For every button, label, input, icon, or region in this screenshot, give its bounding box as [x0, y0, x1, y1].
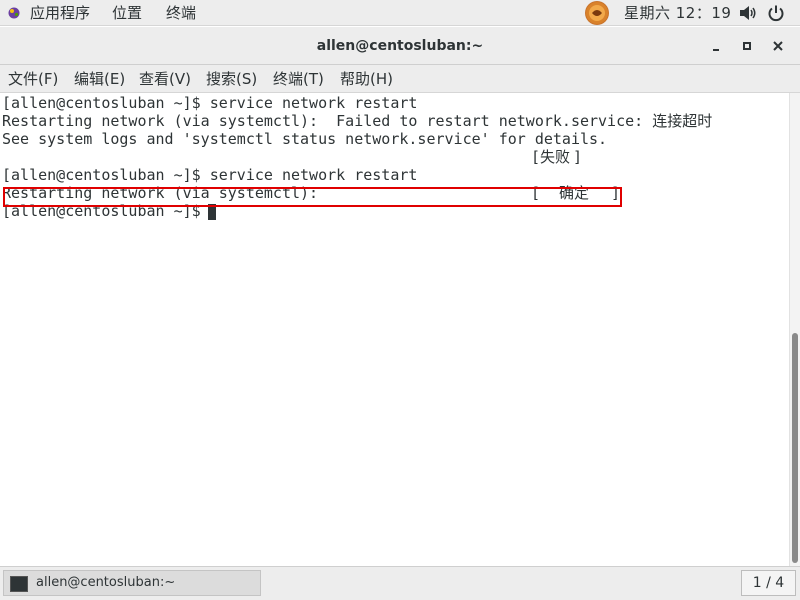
terminal-line-1: [allen@centosluban ~]$ service network r…	[2, 94, 418, 112]
taskbar-window-label: allen@centosluban:~	[36, 575, 176, 590]
power-icon[interactable]	[767, 4, 785, 22]
clock[interactable]: 星期六 12：19	[624, 0, 731, 26]
window-titlebar[interactable]: allen@centosluban:~	[0, 27, 800, 65]
maximize-button[interactable]	[737, 36, 757, 56]
window-title: allen@centosluban:~	[316, 38, 484, 54]
menu-file[interactable]: 文件(F)	[8, 65, 58, 93]
taskbar-window-button[interactable]: allen@centosluban:~	[3, 570, 261, 596]
menu-terminal[interactable]: 终端(T)	[273, 65, 324, 93]
top-panel: 应用程序 位置 终端 星期六 12：19	[0, 0, 800, 26]
tray-avatar-icon[interactable]	[585, 1, 609, 25]
terminal-app-menu[interactable]: 终端	[166, 0, 196, 26]
status-bracket-close: ]	[573, 148, 583, 166]
terminal-line-5: [allen@centosluban ~]$ service network r…	[2, 166, 418, 184]
menu-edit[interactable]: 编辑(E)	[74, 65, 125, 93]
terminal-output[interactable]: [allen@centosluban ~]$ service network r…	[0, 93, 789, 566]
terminal-line-2: Restarting network (via systemctl): Fail…	[2, 112, 713, 130]
places-menu[interactable]: 位置	[112, 0, 142, 26]
highlight-annotation-box	[3, 187, 622, 207]
menu-help[interactable]: 帮助(H)	[340, 65, 393, 93]
close-button[interactable]	[768, 36, 788, 56]
apps-icon[interactable]	[8, 7, 20, 19]
menubar: 文件(F) 编辑(E) 查看(V) 搜索(S) 终端(T) 帮助(H)	[0, 65, 800, 93]
volume-icon[interactable]	[739, 5, 757, 21]
applications-menu[interactable]: 应用程序	[30, 0, 90, 26]
status-failed: 失败	[540, 148, 571, 166]
minimize-button[interactable]	[706, 36, 726, 56]
bottom-panel: allen@centosluban:~ 1 / 4	[0, 566, 800, 600]
status-bracket-open: [	[531, 148, 541, 166]
terminal-icon	[10, 576, 28, 592]
terminal-scrollbar[interactable]	[789, 93, 800, 566]
scrollbar-thumb[interactable]	[792, 333, 798, 563]
menu-view[interactable]: 查看(V)	[139, 65, 191, 93]
menu-search[interactable]: 搜索(S)	[206, 65, 257, 93]
workspace-indicator[interactable]: 1 / 4	[741, 570, 796, 596]
terminal-line-3: See system logs and 'systemctl status ne…	[2, 130, 608, 148]
